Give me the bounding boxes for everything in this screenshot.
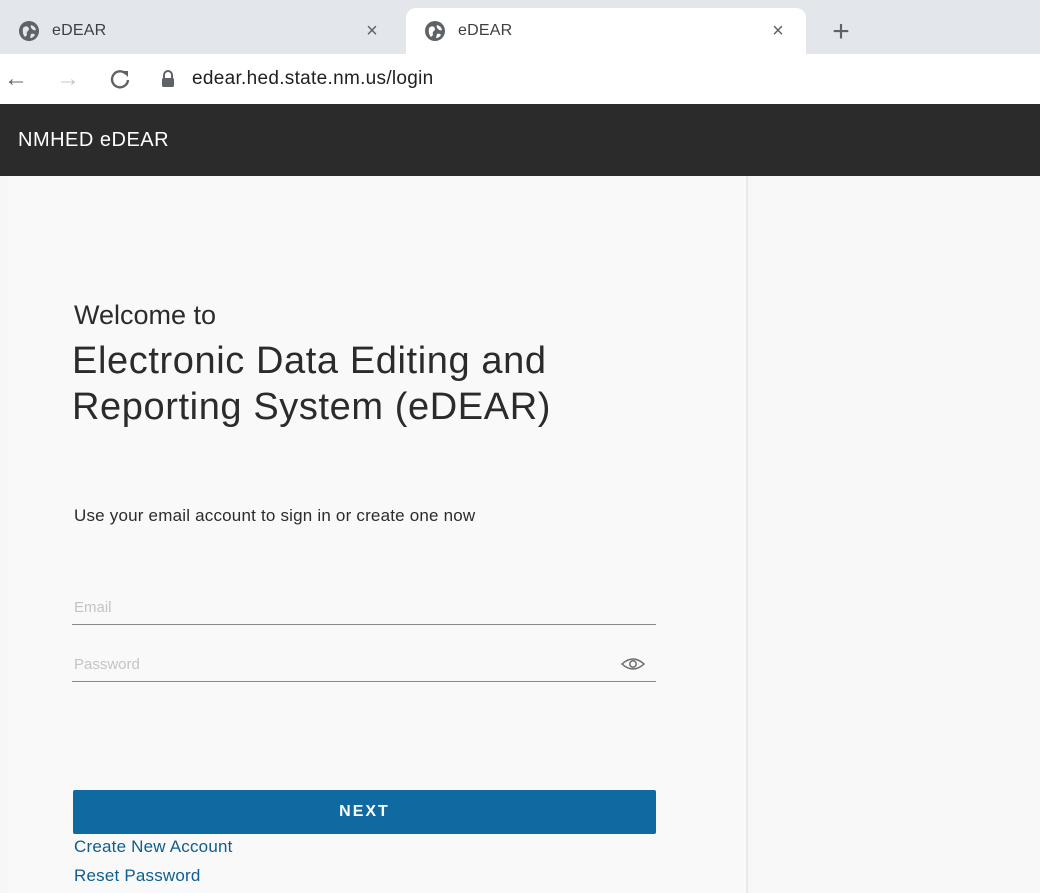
side-panel (754, 176, 1040, 893)
welcome-heading: Welcome to (74, 300, 217, 330)
close-icon[interactable]: × (766, 19, 790, 43)
reload-icon[interactable] (108, 67, 132, 91)
email-field[interactable] (72, 592, 656, 622)
new-tab-button[interactable]: + (826, 17, 856, 48)
browser-toolbar: ← → edear.hed.state.nm.us/login (0, 54, 1040, 104)
next-button[interactable]: NEXT (73, 790, 656, 834)
browser-tab-1[interactable]: eDEAR × (0, 8, 400, 54)
reset-password-link[interactable]: Reset Password (74, 866, 201, 886)
sign-in-instructions: Use your email account to sign in or cre… (74, 506, 476, 525)
eye-icon[interactable] (620, 655, 646, 673)
email-field-wrapper (72, 590, 656, 625)
password-field[interactable] (72, 649, 620, 679)
forward-arrow-icon[interactable]: → (56, 65, 80, 92)
browser-tab-2[interactable]: eDEAR × (406, 8, 806, 54)
password-field-wrapper (72, 647, 656, 682)
login-panel: Welcome to Electronic Data Editing and R… (8, 176, 748, 893)
browser-tab-strip: eDEAR × eDEAR × + (0, 0, 1040, 62)
globe-icon (424, 20, 446, 42)
close-icon[interactable]: × (360, 19, 384, 43)
url-text[interactable]: edear.hed.state.nm.us/login (192, 68, 434, 90)
create-account-link[interactable]: Create New Account (74, 837, 233, 857)
address-bar[interactable]: edear.hed.state.nm.us/login (154, 59, 1040, 99)
app-title: NMHED eDEAR (18, 128, 170, 151)
back-arrow-icon[interactable]: ← (4, 65, 28, 92)
tab-title: eDEAR (458, 22, 513, 39)
tab-title: eDEAR (52, 22, 107, 39)
system-title: Electronic Data Editing and Reporting Sy… (72, 340, 551, 428)
page-content: Welcome to Electronic Data Editing and R… (0, 176, 1040, 893)
app-header: NMHED eDEAR (0, 104, 1040, 176)
globe-icon (18, 20, 40, 42)
lock-icon (160, 70, 176, 88)
